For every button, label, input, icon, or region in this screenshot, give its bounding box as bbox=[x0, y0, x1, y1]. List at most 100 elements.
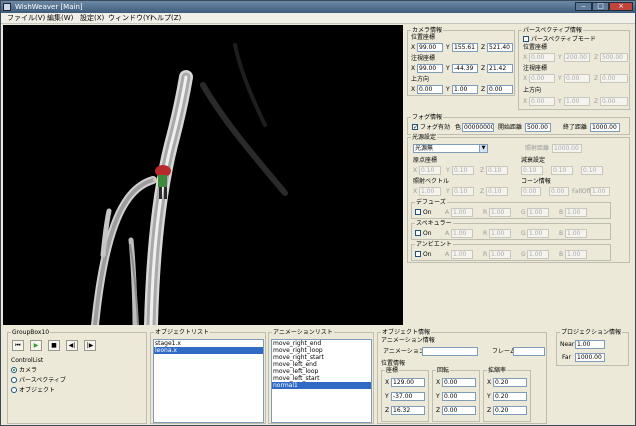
specular-a-field[interactable]: 1.00 bbox=[451, 229, 473, 238]
control-object-radio[interactable] bbox=[11, 387, 17, 393]
diffuse-g-field[interactable]: 1.00 bbox=[527, 208, 549, 217]
light-atten-0-field[interactable]: 0.10 bbox=[521, 166, 543, 175]
camera-look-x-field[interactable]: 99.00 bbox=[417, 64, 443, 73]
anim-name-field[interactable] bbox=[422, 347, 478, 356]
specular-b-field[interactable]: 1.00 bbox=[565, 229, 587, 238]
light-origin-y-field[interactable]: 0.10 bbox=[452, 166, 474, 175]
fog-enable-checkbox[interactable]: ✓ bbox=[412, 124, 418, 131]
list-item[interactable]: stage1.x bbox=[154, 340, 263, 347]
list-item[interactable]: move_left_end bbox=[272, 361, 371, 368]
object-listbox[interactable]: stage1.x leona.x bbox=[153, 339, 264, 423]
rot-z-field[interactable]: 0.00 bbox=[442, 406, 476, 415]
menu-settings[interactable]: 設定(X) bbox=[80, 14, 104, 23]
persp-up-x-field[interactable]: 0.00 bbox=[529, 97, 555, 106]
camera-up-z-field[interactable]: 0.00 bbox=[487, 85, 513, 94]
list-item[interactable]: move_left_loop bbox=[272, 368, 371, 375]
near-field[interactable]: 1.00 bbox=[575, 340, 605, 349]
scale-x-field[interactable]: 0.20 bbox=[493, 378, 527, 387]
stop-button[interactable]: ■ bbox=[48, 340, 60, 351]
diffuse-on-checkbox[interactable] bbox=[415, 209, 421, 215]
persp-pos-x-label: X bbox=[523, 54, 528, 61]
list-item[interactable]: leona.x bbox=[154, 347, 263, 354]
menu-edit[interactable]: 編集(W) bbox=[47, 14, 73, 23]
ambient-title: アンビエント bbox=[415, 241, 453, 248]
specular-on-checkbox[interactable] bbox=[415, 230, 421, 236]
camera-look-z-field[interactable]: 21.42 bbox=[487, 64, 513, 73]
diffuse-r-field[interactable]: 1.00 bbox=[489, 208, 511, 217]
persp-pos-y-field[interactable]: 200.00 bbox=[564, 53, 590, 62]
persp-look-y-label: Y bbox=[558, 75, 562, 82]
list-item[interactable]: normal1 bbox=[272, 382, 371, 389]
far-field[interactable]: 1000.00 bbox=[575, 353, 605, 362]
coord-z-field[interactable]: 16.32 bbox=[391, 406, 425, 415]
persp-look-z-field[interactable]: 0.00 bbox=[600, 74, 628, 83]
fog-start-field[interactable]: 500.00 bbox=[525, 123, 551, 132]
menu-window[interactable]: ウィンドウ(Y) bbox=[108, 14, 153, 23]
light-falloff-field[interactable]: 1.00 bbox=[590, 187, 610, 196]
coord-y-field[interactable]: -37.00 bbox=[391, 392, 425, 401]
persp-look-x-field[interactable]: 0.00 bbox=[529, 74, 555, 83]
specular-g-field[interactable]: 1.00 bbox=[527, 229, 549, 238]
light-cone-theta-field[interactable]: 0.00 bbox=[521, 187, 541, 196]
light-atten-1-field[interactable]: 0.10 bbox=[551, 166, 573, 175]
title-bar[interactable]: WishWeaver [Main] bbox=[1, 1, 635, 13]
persp-pos-x-field[interactable]: 0.00 bbox=[529, 53, 555, 62]
coord-x-field[interactable]: 129.00 bbox=[391, 378, 425, 387]
persp-pos-z-field[interactable]: 500.00 bbox=[600, 53, 628, 62]
camera-up-x-field[interactable]: 0.00 bbox=[417, 85, 443, 94]
light-origin-x-field[interactable]: 0.10 bbox=[419, 166, 441, 175]
fog-end-field[interactable]: 1000.00 bbox=[590, 123, 620, 132]
rotation-title: 回転 bbox=[436, 367, 451, 374]
diffuse-a-field[interactable]: 1.00 bbox=[451, 208, 473, 217]
camera-pos-x-field[interactable]: 99.00 bbox=[417, 43, 443, 52]
step-back-button[interactable]: ◀| bbox=[66, 340, 78, 351]
specular-r-field[interactable]: 1.00 bbox=[489, 229, 511, 238]
light-cone-phi-field[interactable]: 0.00 bbox=[549, 187, 569, 196]
minimize-button[interactable]: ‒ bbox=[575, 2, 592, 11]
maximize-button[interactable]: □ bbox=[592, 2, 609, 11]
list-item[interactable]: move_right_end bbox=[272, 340, 371, 347]
menu-file[interactable]: ファイル(V) bbox=[7, 14, 45, 23]
light-range-field[interactable]: 1000.00 bbox=[552, 144, 582, 153]
persp-look-y-field[interactable]: 0.00 bbox=[564, 74, 590, 83]
camera-up-y-field[interactable]: 1.00 bbox=[452, 85, 478, 94]
list-item[interactable]: move_left_start bbox=[272, 375, 371, 382]
play-button[interactable]: ▶ bbox=[30, 340, 42, 351]
persp-up-y-field[interactable]: 1.00 bbox=[564, 97, 590, 106]
list-item[interactable]: move_right_loop bbox=[272, 347, 371, 354]
ambient-b-field[interactable]: 1.00 bbox=[565, 250, 587, 259]
step-forward-button[interactable]: |▶ bbox=[84, 340, 96, 351]
rot-x-field[interactable]: 0.00 bbox=[442, 378, 476, 387]
3d-viewport[interactable] bbox=[3, 25, 403, 325]
persp-up-z-field[interactable]: 0.00 bbox=[600, 97, 628, 106]
frame-field[interactable] bbox=[513, 347, 545, 356]
light-origin-z-field[interactable]: 0.10 bbox=[486, 166, 508, 175]
fog-color-field[interactable]: 00000000 bbox=[462, 123, 494, 132]
ambient-a-field[interactable]: 1.00 bbox=[451, 250, 473, 259]
skip-back-button[interactable]: ⏮ bbox=[12, 340, 24, 351]
menu-help[interactable]: ヘルプ(Z) bbox=[150, 14, 181, 23]
ambient-r-field[interactable]: 1.00 bbox=[489, 250, 511, 259]
light-atten-2-field[interactable]: 0.10 bbox=[581, 166, 603, 175]
diffuse-b-field[interactable]: 1.00 bbox=[565, 208, 587, 217]
light-dir-y-field[interactable]: 0.10 bbox=[452, 187, 474, 196]
rot-y-field[interactable]: 0.00 bbox=[442, 392, 476, 401]
camera-pos-y-field[interactable]: 155.61 bbox=[452, 43, 478, 52]
perspective-mode-checkbox[interactable] bbox=[523, 36, 529, 42]
list-item[interactable]: move_right_start bbox=[272, 354, 371, 361]
camera-look-y-field[interactable]: -44.39 bbox=[452, 64, 478, 73]
control-perspective-radio[interactable] bbox=[11, 377, 17, 383]
control-camera-radio[interactable] bbox=[11, 367, 17, 373]
light-dir-x-field[interactable]: 1.00 bbox=[419, 187, 441, 196]
light-dir-z-field[interactable]: 0.10 bbox=[486, 187, 508, 196]
scale-y-field[interactable]: 0.20 bbox=[493, 392, 527, 401]
play-icon: ▶ bbox=[33, 342, 39, 349]
camera-pos-z-field[interactable]: 521.40 bbox=[487, 43, 513, 52]
scale-z-field[interactable]: 0.20 bbox=[493, 406, 527, 415]
animation-listbox[interactable]: move_right_end move_right_loop move_righ… bbox=[271, 339, 372, 423]
ambient-g-field[interactable]: 1.00 bbox=[527, 250, 549, 259]
ambient-g-label: G bbox=[521, 251, 526, 258]
ambient-on-checkbox[interactable] bbox=[415, 251, 421, 257]
light-type-select[interactable]: 光源無 ▼ bbox=[413, 144, 488, 153]
close-button[interactable]: × bbox=[609, 2, 633, 11]
